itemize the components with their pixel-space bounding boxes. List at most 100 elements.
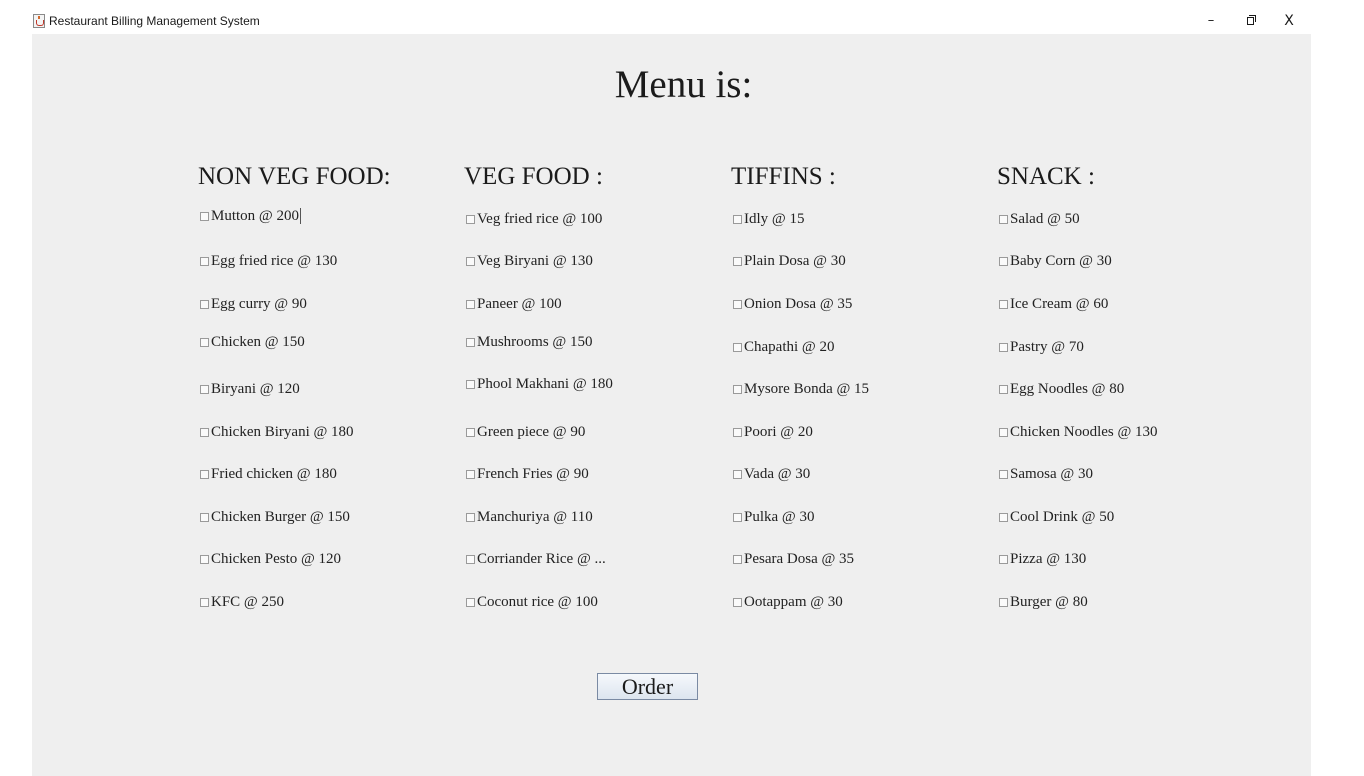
menu-item-checkbox-mysore-bonda[interactable]: Mysore Bonda @ 15 (733, 380, 869, 398)
checkbox-icon[interactable] (466, 214, 475, 224)
menu-item-checkbox-chicken[interactable]: Chicken @ 150 (200, 333, 305, 351)
checkbox-icon[interactable] (733, 427, 742, 437)
checkbox-icon[interactable] (733, 342, 742, 352)
menu-item-checkbox-veg-biryani[interactable]: Veg Biryani @ 130 (466, 252, 593, 270)
menu-item-checkbox-pulka[interactable]: Pulka @ 30 (733, 508, 814, 526)
checkbox-icon[interactable] (999, 597, 1008, 607)
checkbox-icon[interactable] (466, 427, 475, 437)
checkbox-icon[interactable] (733, 214, 742, 224)
menu-item-label: Paneer @ 100 (477, 296, 562, 312)
menu-item-checkbox-samosa[interactable]: Samosa @ 30 (999, 465, 1093, 483)
menu-item-checkbox-egg-curry[interactable]: Egg curry @ 90 (200, 295, 307, 313)
menu-item-label: Coconut rice @ 100 (477, 594, 598, 610)
menu-item-checkbox-fried-chicken[interactable]: Fried chicken @ 180 (200, 465, 337, 483)
menu-item-checkbox-egg-noodles[interactable]: Egg Noodles @ 80 (999, 380, 1124, 398)
menu-item-label: Onion Dosa @ 35 (744, 296, 853, 312)
menu-item-checkbox-phool-makhani[interactable]: Phool Makhani @ 180 (466, 375, 613, 393)
menu-item-label: Phool Makhani @ 180 (477, 376, 613, 392)
checkbox-icon[interactable] (733, 554, 742, 564)
menu-item-checkbox-chicken-pesto[interactable]: Chicken Pesto @ 120 (200, 550, 341, 568)
minimize-button[interactable]: – (1197, 9, 1225, 33)
menu-item-label: Pesara Dosa @ 35 (744, 551, 855, 567)
order-button[interactable]: Order (597, 673, 698, 700)
checkbox-icon[interactable] (200, 337, 209, 347)
menu-item-checkbox-egg-fried-rice[interactable]: Egg fried rice @ 130 (200, 252, 337, 270)
checkbox-icon[interactable] (999, 512, 1008, 522)
checkbox-icon[interactable] (200, 427, 209, 437)
checkbox-icon[interactable] (999, 427, 1008, 437)
menu-item-checkbox-mutton[interactable]: Mutton @ 200 (200, 207, 301, 225)
checkbox-icon[interactable] (733, 384, 742, 394)
checkbox-icon[interactable] (733, 299, 742, 309)
menu-item-label: Pizza @ 130 (1010, 551, 1087, 567)
maximize-button[interactable] (1237, 9, 1265, 33)
menu-item-label: Egg curry @ 90 (211, 296, 307, 312)
menu-item-checkbox-ice-cream[interactable]: Ice Cream @ 60 (999, 295, 1108, 313)
menu-item-checkbox-pastry[interactable]: Pastry @ 70 (999, 338, 1084, 356)
checkbox-icon[interactable] (999, 554, 1008, 564)
checkbox-icon[interactable] (466, 256, 475, 266)
menu-item-checkbox-biryani[interactable]: Biryani @ 120 (200, 380, 300, 398)
menu-item-checkbox-baby-corn[interactable]: Baby Corn @ 30 (999, 252, 1112, 270)
checkbox-icon[interactable] (733, 256, 742, 266)
checkbox-icon[interactable] (733, 512, 742, 522)
checkbox-icon[interactable] (999, 384, 1008, 394)
checkbox-icon[interactable] (200, 469, 209, 479)
checkbox-icon[interactable] (999, 299, 1008, 309)
menu-item-checkbox-paneer[interactable]: Paneer @ 100 (466, 295, 562, 313)
checkbox-icon[interactable] (999, 342, 1008, 352)
menu-item-label: Burger @ 80 (1010, 594, 1088, 610)
menu-item-checkbox-french-fries[interactable]: French Fries @ 90 (466, 465, 589, 483)
checkbox-icon[interactable] (466, 379, 475, 389)
menu-item-checkbox-green-piece[interactable]: Green piece @ 90 (466, 423, 585, 441)
menu-item-checkbox-corriander-rice[interactable]: Corriander Rice @ ... (466, 550, 606, 568)
menu-item-checkbox-onion-dosa[interactable]: Onion Dosa @ 35 (733, 295, 852, 313)
menu-item-label: Salad @ 50 (1010, 211, 1080, 227)
menu-item-checkbox-kfc[interactable]: KFC @ 250 (200, 593, 284, 611)
checkbox-icon[interactable] (466, 337, 475, 347)
checkbox-icon[interactable] (200, 211, 209, 221)
menu-item-label: Pulka @ 30 (744, 509, 815, 525)
menu-item-checkbox-vada[interactable]: Vada @ 30 (733, 465, 810, 483)
checkbox-icon[interactable] (466, 469, 475, 479)
checkbox-icon[interactable] (466, 554, 475, 564)
menu-item-checkbox-veg-fried-rice[interactable]: Veg fried rice @ 100 (466, 210, 602, 228)
checkbox-icon[interactable] (200, 256, 209, 266)
menu-item-checkbox-pizza[interactable]: Pizza @ 130 (999, 550, 1086, 568)
menu-item-checkbox-plain-dosa[interactable]: Plain Dosa @ 30 (733, 252, 846, 270)
checkbox-icon[interactable] (999, 214, 1008, 224)
menu-item-checkbox-poori[interactable]: Poori @ 20 (733, 423, 813, 441)
checkbox-icon[interactable] (999, 469, 1008, 479)
checkbox-icon[interactable] (733, 597, 742, 607)
checkbox-icon[interactable] (200, 597, 209, 607)
menu-item-checkbox-ootappam[interactable]: Ootappam @ 30 (733, 593, 843, 611)
menu-item-checkbox-manchuriya[interactable]: Manchuriya @ 110 (466, 508, 593, 526)
checkbox-icon[interactable] (733, 469, 742, 479)
menu-item-checkbox-cool-drink[interactable]: Cool Drink @ 50 (999, 508, 1114, 526)
checkbox-icon[interactable] (200, 554, 209, 564)
menu-item-checkbox-pesara-dosa[interactable]: Pesara Dosa @ 35 (733, 550, 854, 568)
close-button[interactable]: X (1275, 9, 1303, 33)
checkbox-icon[interactable] (200, 384, 209, 394)
menu-item-checkbox-coconut-rice[interactable]: Coconut rice @ 100 (466, 593, 598, 611)
checkbox-icon[interactable] (466, 299, 475, 309)
menu-item-checkbox-salad[interactable]: Salad @ 50 (999, 210, 1080, 228)
menu-item-checkbox-burger[interactable]: Burger @ 80 (999, 593, 1088, 611)
menu-item-label: Veg fried rice @ 100 (477, 211, 603, 227)
checkbox-icon[interactable] (200, 512, 209, 522)
menu-item-label: Green piece @ 90 (477, 424, 586, 440)
category-heading: NON VEG FOOD: (198, 163, 391, 190)
menu-item-checkbox-chicken-burger[interactable]: Chicken Burger @ 150 (200, 508, 350, 526)
menu-item-label: Plain Dosa @ 30 (744, 253, 846, 269)
menu-item-checkbox-mushrooms[interactable]: Mushrooms @ 150 (466, 333, 593, 351)
checkbox-icon[interactable] (200, 299, 209, 309)
menu-item-checkbox-chicken-noodles[interactable]: Chicken Noodles @ 130 (999, 423, 1158, 441)
checkbox-icon[interactable] (466, 512, 475, 522)
menu-item-checkbox-chicken-biryani[interactable]: Chicken Biryani @ 180 (200, 423, 354, 441)
menu-item-checkbox-idly[interactable]: Idly @ 15 (733, 210, 804, 228)
menu-item-checkbox-chapathi[interactable]: Chapathi @ 20 (733, 338, 834, 356)
checkbox-icon[interactable] (466, 597, 475, 607)
checkbox-icon[interactable] (999, 256, 1008, 266)
menu-item-label: Vada @ 30 (744, 466, 811, 482)
menu-item-label: Chapathi @ 20 (744, 339, 835, 355)
